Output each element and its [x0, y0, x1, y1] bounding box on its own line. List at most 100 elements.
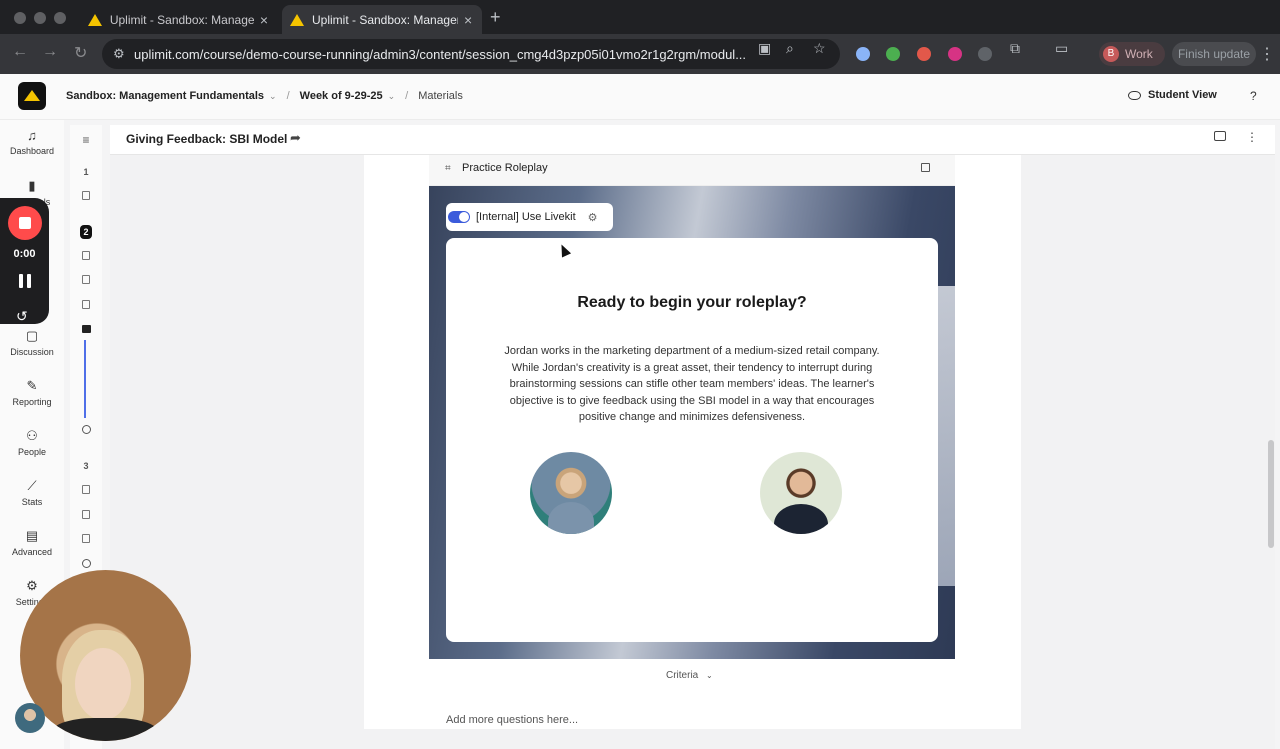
- finish-update-button[interactable]: Finish update: [1172, 42, 1256, 66]
- extension-icon[interactable]: [886, 47, 900, 61]
- briefcase-icon[interactable]: [1214, 131, 1226, 141]
- help-button[interactable]: ?: [1250, 89, 1257, 103]
- outline-item[interactable]: [70, 300, 102, 311]
- browser-tab-bar: Uplimit - Sandbox: Managem × Uplimit - S…: [0, 0, 1280, 34]
- extension-icon[interactable]: [948, 47, 962, 61]
- nav-dashboard[interactable]: ♫ Dashboard: [0, 128, 64, 156]
- copy-icon[interactable]: [921, 163, 930, 172]
- page-icon: [82, 275, 90, 284]
- scan-icon: ⌗: [445, 163, 451, 174]
- install-app-icon[interactable]: ▣: [758, 40, 771, 57]
- site-settings-icon[interactable]: ⚙: [113, 46, 125, 62]
- outline-item[interactable]: [70, 559, 102, 570]
- outline-section-number[interactable]: 3: [70, 461, 102, 471]
- restart-recording-icon[interactable]: ↺: [16, 308, 28, 325]
- breadcrumb-materials[interactable]: Materials: [418, 90, 463, 102]
- extension-icon[interactable]: [856, 47, 870, 61]
- page-title-bar: Giving Feedback: SBI Model ➦ ⋮: [110, 125, 1275, 155]
- page-icon: [82, 534, 90, 543]
- profile-button[interactable]: B Work: [1099, 42, 1165, 66]
- browser-toolbar: ← → ↻ ⚙ uplimit.com/course/demo-course-r…: [0, 34, 1280, 74]
- close-tab-icon[interactable]: ×: [260, 12, 268, 28]
- more-options-icon[interactable]: ⋮: [1246, 130, 1258, 144]
- outline-item[interactable]: [70, 275, 102, 286]
- tab-search-icon[interactable]: ▭: [1055, 40, 1068, 57]
- stop-recording-button[interactable]: [8, 206, 42, 240]
- uplimit-logo[interactable]: [18, 82, 46, 110]
- bookmark-star-icon[interactable]: ☆: [813, 40, 826, 57]
- nav-label: People: [17, 447, 47, 457]
- browser-tab-active[interactable]: Uplimit - Sandbox: Managem ×: [282, 5, 482, 34]
- nav-reporting[interactable]: ✎ Reporting: [0, 378, 64, 407]
- roleplay-card: Ready to begin your roleplay? Jordan wor…: [446, 238, 938, 642]
- nav-discussion[interactable]: ▢ Discussion: [0, 328, 64, 357]
- outline-progress-line: [84, 340, 86, 418]
- outline-item[interactable]: [70, 485, 102, 496]
- keyboard-icon: ▤: [25, 528, 39, 543]
- browser-menu-icon[interactable]: ⋮: [1259, 44, 1275, 64]
- extension-icon[interactable]: [917, 47, 931, 61]
- chart-icon: ⟋: [27, 478, 37, 493]
- practice-roleplay-label: Practice Roleplay: [462, 162, 548, 174]
- page-icon: [82, 300, 90, 309]
- livekit-control: [Internal] Use Livekit ⚙: [446, 203, 613, 231]
- window-zoom-button[interactable]: [54, 12, 66, 24]
- roleplay-description: Jordan works in the marketing department…: [504, 345, 880, 423]
- close-tab-icon[interactable]: ×: [464, 12, 472, 28]
- outline-item[interactable]: [70, 534, 102, 545]
- chevron-down-icon[interactable]: ⌄: [388, 91, 396, 102]
- outline-menu-icon[interactable]: ≡: [70, 133, 102, 147]
- tab-title: Uplimit - Sandbox: Managem: [109, 12, 254, 27]
- breadcrumb-course[interactable]: Sandbox: Management Fundamentals: [66, 90, 264, 102]
- outline-item[interactable]: [70, 191, 102, 202]
- window-close-button[interactable]: [14, 12, 26, 24]
- student-view-button[interactable]: Student View: [1128, 89, 1217, 101]
- outline-section-number[interactable]: 2: [70, 225, 102, 239]
- chevron-down-icon[interactable]: ⌄: [269, 91, 277, 102]
- back-icon[interactable]: ←: [12, 43, 28, 61]
- new-tab-icon[interactable]: +: [490, 7, 501, 28]
- extension-icon[interactable]: [978, 47, 992, 61]
- browser-tab[interactable]: Uplimit - Sandbox: Managem ×: [80, 5, 276, 34]
- book-icon: ▮: [28, 178, 36, 193]
- people-icon: ⚇: [26, 428, 38, 443]
- nav-label: Discussion: [10, 347, 54, 357]
- share-icon[interactable]: ➦: [290, 130, 301, 146]
- gear-icon[interactable]: ⚙: [588, 211, 598, 224]
- recording-timer: 0:00: [13, 248, 36, 260]
- profile-avatar: B: [1103, 46, 1119, 62]
- page-title: Giving Feedback: SBI Model: [126, 132, 288, 146]
- nav-people[interactable]: ⚇ People: [0, 428, 64, 457]
- page-scrollbar[interactable]: [1268, 440, 1274, 548]
- outline-item[interactable]: [70, 510, 102, 521]
- page-icon: [82, 510, 90, 519]
- eye-icon: [1128, 90, 1141, 100]
- url-text: uplimit.com/course/demo-course-running/a…: [134, 47, 747, 62]
- app-header: Sandbox: Management Fundamentals ⌄ / Wee…: [0, 74, 1280, 120]
- zoom-icon[interactable]: ⌕: [786, 40, 794, 57]
- reload-icon[interactable]: ↻: [74, 43, 87, 63]
- outline-section-number[interactable]: 1: [70, 167, 102, 177]
- breadcrumb: Sandbox: Management Fundamentals ⌄ / Wee…: [66, 90, 463, 102]
- window-minimize-button[interactable]: [34, 12, 46, 24]
- nav-stats[interactable]: ⟋ Stats: [0, 478, 64, 507]
- outline-item-active[interactable]: [70, 325, 102, 335]
- pause-recording-icon[interactable]: [18, 274, 32, 288]
- livekit-toggle[interactable]: [448, 211, 470, 223]
- extensions-puzzle-icon[interactable]: ⧉: [1010, 40, 1020, 57]
- uplimit-favicon-icon: [290, 13, 304, 26]
- criteria-toggle[interactable]: Criteria ⌄: [666, 670, 713, 681]
- uplimit-favicon-icon: [88, 13, 102, 26]
- outline-item[interactable]: [70, 251, 102, 262]
- breadcrumb-week[interactable]: Week of 9-29-25: [300, 90, 383, 102]
- webcam-bubble[interactable]: [20, 570, 191, 741]
- user-avatar[interactable]: [15, 703, 45, 733]
- nav-label: Advanced: [11, 547, 53, 557]
- forward-icon[interactable]: →: [42, 43, 58, 61]
- add-questions-input[interactable]: Add more questions here...: [446, 714, 578, 726]
- outline-item[interactable]: [70, 425, 102, 436]
- tab-title: Uplimit - Sandbox: Managem: [312, 12, 458, 27]
- address-bar[interactable]: ⚙ uplimit.com/course/demo-course-running…: [102, 39, 840, 69]
- nav-advanced[interactable]: ▤ Advanced: [0, 528, 64, 557]
- roleplay-heading: Ready to begin your roleplay?: [577, 294, 807, 311]
